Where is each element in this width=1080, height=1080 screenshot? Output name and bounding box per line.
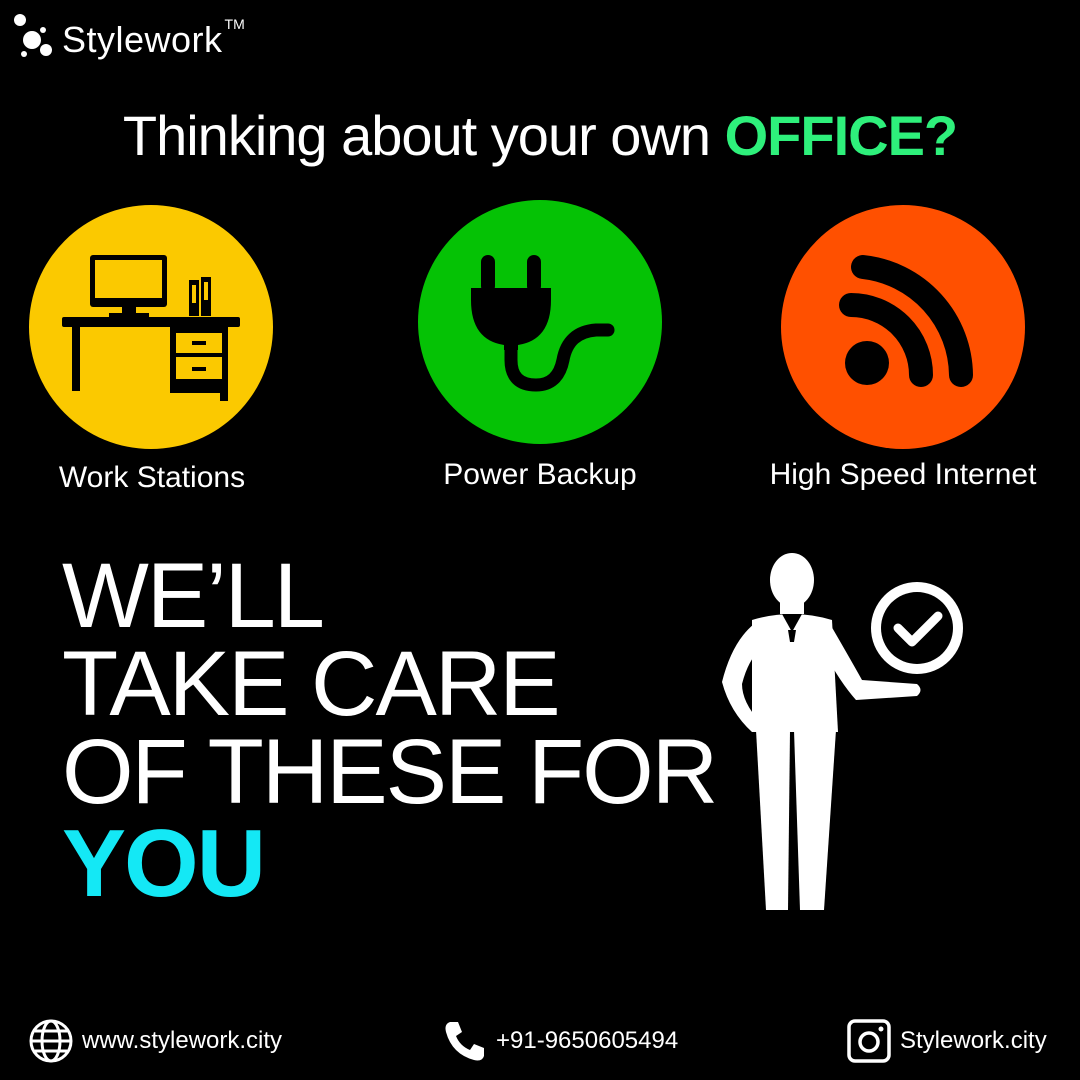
desk-computer-icon bbox=[29, 205, 273, 449]
globe-icon bbox=[28, 1018, 74, 1064]
footer-website[interactable]: www.stylework.city bbox=[28, 1018, 282, 1064]
brand-name: Stylework bbox=[62, 19, 223, 60]
footer-phone[interactable]: +91-9650605494 bbox=[442, 1018, 678, 1064]
tagline-line-2: TAKE CARE bbox=[62, 633, 561, 735]
check-circle-icon bbox=[871, 582, 963, 674]
businessman-illustration bbox=[712, 552, 982, 917]
internet-circle bbox=[781, 205, 1025, 449]
tagline-line-1: WE’LL bbox=[62, 545, 325, 647]
tagline: WE’LL TAKE CARE OF THESE FOR YOU bbox=[62, 545, 718, 917]
instagram-icon bbox=[846, 1018, 892, 1064]
feature-label-power: Power Backup bbox=[443, 458, 637, 491]
instagram-handle[interactable]: Stylework.city bbox=[900, 1027, 1047, 1055]
feature-label-internet: High Speed Internet bbox=[769, 458, 1037, 491]
headline: Thinking about your own OFFICE? bbox=[0, 103, 1080, 168]
brand-logo: Stylework TM bbox=[10, 10, 245, 62]
headline-prefix: Thinking about your own bbox=[122, 104, 725, 167]
footer-instagram[interactable]: Stylework.city bbox=[846, 1018, 1047, 1064]
headline-accent: OFFICE? bbox=[724, 104, 959, 167]
website-link[interactable]: www.stylework.city bbox=[82, 1027, 282, 1055]
tagline-line-4: YOU bbox=[62, 810, 266, 917]
wifi-signal-icon bbox=[781, 205, 1025, 449]
workstation-circle bbox=[29, 205, 273, 449]
trademark-mark: TM bbox=[224, 16, 245, 32]
logo-dots-icon bbox=[10, 10, 56, 62]
power-plug-icon bbox=[418, 200, 662, 444]
tagline-line-3: OF THESE FOR bbox=[62, 721, 718, 823]
phone-number[interactable]: +91-9650605494 bbox=[496, 1027, 678, 1055]
power-circle bbox=[418, 200, 662, 444]
phone-icon bbox=[442, 1018, 488, 1064]
feature-label-workstations: Work Stations bbox=[58, 461, 246, 494]
